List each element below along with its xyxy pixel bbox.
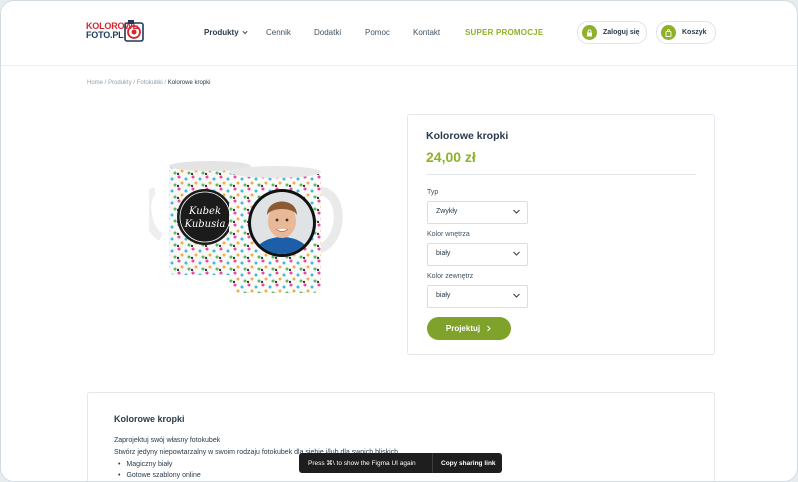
outer-color-label: Kolor zewnętrz (427, 273, 474, 280)
chevron-down-icon (513, 293, 520, 298)
shopping-bag-icon (661, 25, 676, 40)
breadcrumb-home[interactable]: Home (87, 80, 103, 86)
chevron-down-icon (242, 30, 248, 35)
browser-frame: KOLOROWE FOTO.PL Produkty Cennik Dodatki… (0, 0, 798, 482)
product-image: Kubek Kubusia (149, 161, 343, 293)
design-button[interactable]: Projektuj (427, 317, 511, 340)
chevron-down-icon (513, 251, 520, 256)
breadcrumb-produkty[interactable]: Produkty (108, 80, 132, 86)
divider (426, 174, 696, 175)
login-label: Zaloguj się (603, 29, 640, 36)
product-options-card: Kolorowe kropki 24,00 zł Typ Zwykły Kolo… (407, 114, 715, 355)
nav-produkty-label: Produkty (204, 28, 239, 37)
nav-produkty[interactable]: Produkty (204, 28, 248, 37)
outer-color-select[interactable]: biały (427, 285, 528, 308)
type-value: Zwykły (436, 208, 458, 215)
design-button-label: Projektuj (445, 324, 481, 333)
figma-toast-hint: Press ⌘\ to show the Figma UI again (308, 460, 416, 467)
nav-kontakt[interactable]: Kontakt (413, 28, 440, 37)
nav-pomoc[interactable]: Pomoc (365, 28, 390, 37)
description-line-1: Zaprojektuj swój własny fotokubek (114, 437, 221, 444)
site-header: KOLOROWE FOTO.PL Produkty Cennik Dodatki… (1, 1, 797, 66)
site-logo[interactable]: KOLOROWE FOTO.PL (86, 19, 146, 47)
copy-sharing-link-button[interactable]: Copy sharing link (433, 460, 496, 467)
mug-text-2: Kubusia (184, 219, 226, 230)
product-name: Kolorowe kropki (426, 130, 509, 142)
figma-toast: Press ⌘\ to show the Figma UI again Copy… (299, 453, 502, 473)
description-bullet-2: Gotowe szablony online (118, 472, 200, 479)
mug-front (229, 166, 343, 293)
inner-color-value: biały (436, 250, 451, 257)
inner-color-label: Kolor wnętrza (427, 231, 470, 238)
type-select[interactable]: Zwykły (427, 201, 528, 224)
nav-super-promocje[interactable]: SUPER PROMOCJE (465, 28, 543, 37)
lock-icon (582, 25, 597, 40)
outer-color-value: biały (436, 292, 451, 299)
mug-text-1: Kubek (188, 206, 221, 217)
cart-button[interactable]: Koszyk (656, 21, 716, 44)
description-title: Kolorowe kropki (114, 414, 185, 424)
product-price: 24,00 zł (426, 149, 476, 165)
breadcrumb-current: Kolorowe kropki (167, 80, 211, 86)
nav-cennik[interactable]: Cennik (266, 28, 291, 37)
chevron-right-icon (487, 325, 491, 332)
breadcrumb-fotokubki[interactable]: Fotokubki (137, 80, 163, 86)
login-button[interactable]: Zaloguj się (577, 21, 647, 44)
inner-color-select[interactable]: biały (427, 243, 528, 266)
description-bullet-1: Magiczny biały (118, 461, 172, 468)
cart-label: Koszyk (682, 29, 707, 36)
type-label: Typ (427, 189, 439, 196)
nav-dodatki[interactable]: Dodatki (314, 28, 341, 37)
camera-icon (124, 20, 144, 42)
breadcrumb: Home / Produkty / Fotokubki / Kolorowe k… (87, 80, 211, 86)
chevron-down-icon (513, 209, 520, 214)
